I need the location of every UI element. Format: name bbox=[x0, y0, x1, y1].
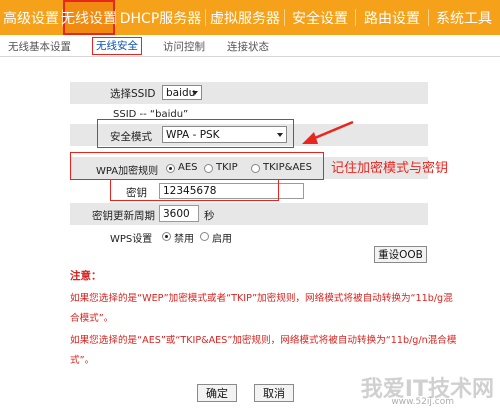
wps-enable-radio[interactable] bbox=[200, 232, 209, 241]
subnav-access-control[interactable]: 访问控制 bbox=[163, 39, 205, 54]
chevron-down-icon bbox=[192, 90, 198, 95]
highlight-cipher-rule bbox=[70, 152, 324, 180]
wps-label: WPS设置 bbox=[110, 234, 153, 245]
subnav-connection-status[interactable]: 连接状态 bbox=[227, 39, 269, 54]
ssid-select[interactable]: baidu bbox=[162, 85, 202, 100]
arrow-icon bbox=[302, 120, 354, 144]
highlight-security-mode bbox=[97, 119, 294, 148]
highlight-key bbox=[110, 179, 279, 201]
nav-advanced-settings[interactable]: 高级设置 bbox=[0, 0, 62, 35]
wps-enable-label: 启用 bbox=[212, 234, 232, 245]
nav-wireless-settings[interactable]: 无线设置 bbox=[61, 0, 117, 35]
key-renew-value: 3600 bbox=[163, 207, 190, 220]
sub-nav: 无线基本设置 无线安全 访问控制 连接状态 bbox=[0, 35, 500, 57]
ssid-label: 选择SSID bbox=[110, 88, 156, 100]
note-line-4: 式”。 bbox=[70, 355, 95, 366]
nav-virtual-server[interactable]: 虚拟服务器 bbox=[206, 0, 284, 35]
subnav-wireless-basic[interactable]: 无线基本设置 bbox=[8, 39, 71, 54]
key-renew-unit: 秒 bbox=[204, 210, 215, 222]
key-renew-row: 密钥更新周期 3600 秒 bbox=[70, 203, 428, 225]
note-title: 注意： bbox=[70, 270, 102, 282]
ok-button[interactable]: 确定 bbox=[197, 384, 237, 402]
watermark-url: www.52ij.com bbox=[391, 397, 454, 407]
reset-oob-button[interactable]: 重设OOB bbox=[374, 246, 427, 263]
key-renew-input[interactable]: 3600 bbox=[159, 205, 199, 222]
wps-disable-radio[interactable] bbox=[162, 232, 171, 241]
note-line-1: 如果您选择的是“WEP”加密模式或者“TKIP”加密规则，网络模式将被自动转换为… bbox=[70, 293, 453, 304]
annotation-text: 记住加密模式与密钥 bbox=[331, 161, 449, 176]
top-nav: 高级设置 无线设置 DHCP服务器 虚拟服务器 安全设置 路由设置 系统工具 bbox=[0, 0, 500, 35]
wps-row: WPS设置 禁用 启用 bbox=[70, 226, 428, 248]
wps-disable-label: 禁用 bbox=[174, 234, 194, 245]
ssid-select-value: baidu bbox=[166, 86, 196, 99]
note-line-2: 合模式”。 bbox=[70, 313, 114, 324]
cancel-button[interactable]: 取消 bbox=[254, 384, 294, 402]
ssid-row: 选择SSID baidu bbox=[70, 82, 428, 104]
key-renew-label: 密钥更新周期 bbox=[92, 210, 155, 222]
note-line-3: 如果您选择的是“AES”或“TKIP&AES”加密规则，网络模式将被自动转换为“… bbox=[70, 335, 457, 346]
nav-dhcp-server[interactable]: DHCP服务器 bbox=[116, 0, 205, 35]
subnav-wireless-security[interactable]: 无线安全 bbox=[92, 37, 142, 55]
nav-security-settings[interactable]: 安全设置 bbox=[285, 0, 355, 35]
nav-routing-settings[interactable]: 路由设置 bbox=[356, 0, 428, 35]
nav-system-tools[interactable]: 系统工具 bbox=[429, 0, 499, 35]
